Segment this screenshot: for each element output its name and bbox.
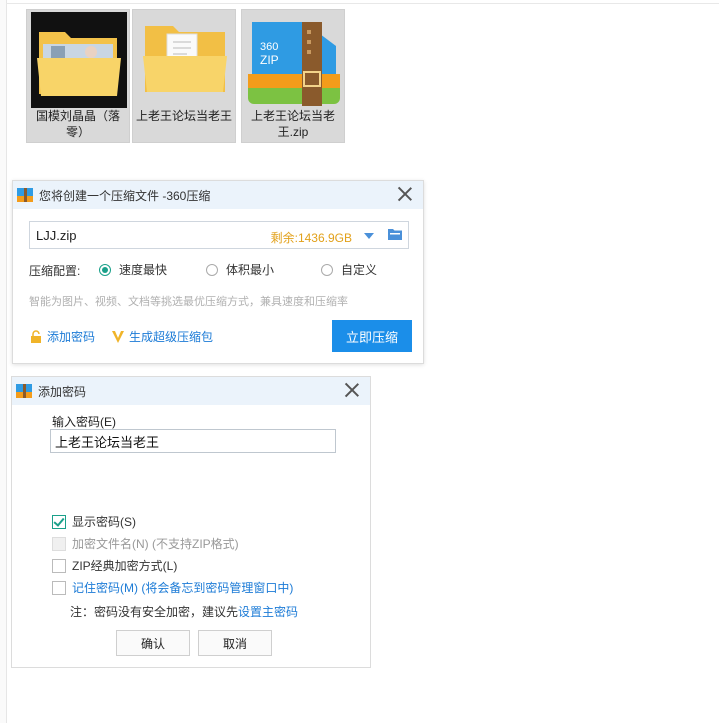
- free-space-label: 剩余:1436.9GB: [270, 231, 352, 245]
- compress-dialog: 您将创建一个压缩文件 -360压缩 LJJ.zip 剩余:1436.9GB 压缩…: [12, 180, 424, 364]
- dialog-title: 添加密码: [38, 384, 87, 399]
- app-logo-icon: [17, 188, 33, 202]
- checkbox-label: 记住密码(M) (将会备忘到密码管理窗口中): [72, 581, 294, 595]
- option-label: 自定义: [341, 263, 378, 277]
- browse-folder-icon[interactable]: [388, 228, 402, 240]
- compress-hint: 智能为图片、视频、文档等挑选最优压缩方式，兼具速度和压缩率: [29, 296, 348, 308]
- checkbox-disabled: [52, 536, 66, 551]
- show-password-checkbox[interactable]: 显示密码(S): [52, 513, 136, 530]
- archive-path-value[interactable]: LJJ.zip: [36, 228, 76, 243]
- super-pack-link[interactable]: 生成超级压缩包: [111, 328, 213, 345]
- file-name: 上老王论坛当老王.zip: [250, 109, 335, 139]
- checkbox-checked[interactable]: [52, 514, 66, 529]
- checkbox-label: 显示密码(S): [72, 515, 136, 529]
- file-tile-zip[interactable]: 360 ZIP 上老王论坛当老王.zip: [241, 9, 345, 143]
- close-icon[interactable]: [344, 382, 360, 398]
- file-tile-folder-photos[interactable]: 国模刘晶晶（落零）: [26, 9, 130, 143]
- add-password-link[interactable]: 添加密码: [29, 328, 95, 345]
- password-input-label: 输入密码(E): [52, 415, 116, 429]
- checkbox[interactable]: [52, 580, 66, 595]
- archive-path-field[interactable]: LJJ.zip 剩余:1436.9GB: [29, 221, 409, 249]
- note-text: 注：密码没有安全加密，建议先: [70, 605, 239, 619]
- ok-button[interactable]: 确认: [116, 630, 190, 656]
- option-label: 体积最小: [226, 263, 275, 277]
- photo-folder-icon: [31, 12, 127, 108]
- remember-password-checkbox[interactable]: 记住密码(M) (将会备忘到密码管理窗口中): [52, 579, 293, 596]
- v-badge-icon: [112, 330, 124, 343]
- chevron-down-icon[interactable]: [364, 233, 374, 239]
- compress-now-button[interactable]: 立即压缩: [332, 320, 412, 352]
- zip-classic-encrypt-checkbox[interactable]: ZIP经典加密方式(L): [52, 557, 177, 574]
- checkbox-label: 加密文件名(N) (不支持ZIP格式): [72, 537, 239, 551]
- zip-archive-icon: 360 ZIP: [248, 22, 340, 106]
- super-pack-label: 生成超级压缩包: [129, 330, 214, 344]
- radio-selected[interactable]: [99, 263, 111, 276]
- option-smallest[interactable]: 体积最小: [206, 261, 274, 278]
- dialog-titlebar: 您将创建一个压缩文件 -360压缩: [13, 181, 423, 209]
- password-input[interactable]: 上老王论坛当老王: [50, 429, 336, 453]
- checkbox-label: ZIP经典加密方式(L): [72, 559, 178, 573]
- close-icon[interactable]: [397, 186, 413, 202]
- option-fastest[interactable]: 速度最快: [99, 261, 167, 278]
- left-pane-edge: [0, 0, 7, 723]
- app-logo-icon: [16, 384, 32, 398]
- option-label: 速度最快: [119, 263, 168, 277]
- add-password-label: 添加密码: [47, 330, 96, 344]
- file-name: 国模刘晶晶（落零）: [35, 109, 120, 139]
- file-tile-folder-docs[interactable]: 上老王论坛当老王: [132, 9, 236, 143]
- dialog-titlebar: 添加密码: [12, 377, 370, 405]
- dialog-title: 您将创建一个压缩文件 -360压缩: [39, 188, 211, 203]
- security-note: 注：密码没有安全加密，建议先设置主密码: [70, 603, 298, 620]
- set-master-password-link[interactable]: 设置主密码: [238, 605, 298, 619]
- password-dialog: 添加密码 输入密码(E) 上老王论坛当老王 显示密码(S) 加密文件名(N) (…: [11, 376, 371, 668]
- zip-badge-360: 360: [260, 41, 278, 53]
- config-label: 压缩配置:: [29, 264, 81, 278]
- zip-badge-zip: ZIP: [260, 53, 279, 67]
- file-name: 上老王论坛当老王: [135, 109, 232, 123]
- option-custom[interactable]: 自定义: [321, 261, 377, 278]
- checkbox[interactable]: [52, 558, 66, 573]
- top-edge: [6, 0, 719, 4]
- cancel-button[interactable]: 取消: [198, 630, 272, 656]
- radio[interactable]: [321, 263, 333, 276]
- folder-icon: [143, 26, 227, 92]
- encrypt-filename-checkbox: 加密文件名(N) (不支持ZIP格式): [52, 535, 239, 552]
- lock-icon: [31, 329, 41, 343]
- radio[interactable]: [206, 263, 218, 276]
